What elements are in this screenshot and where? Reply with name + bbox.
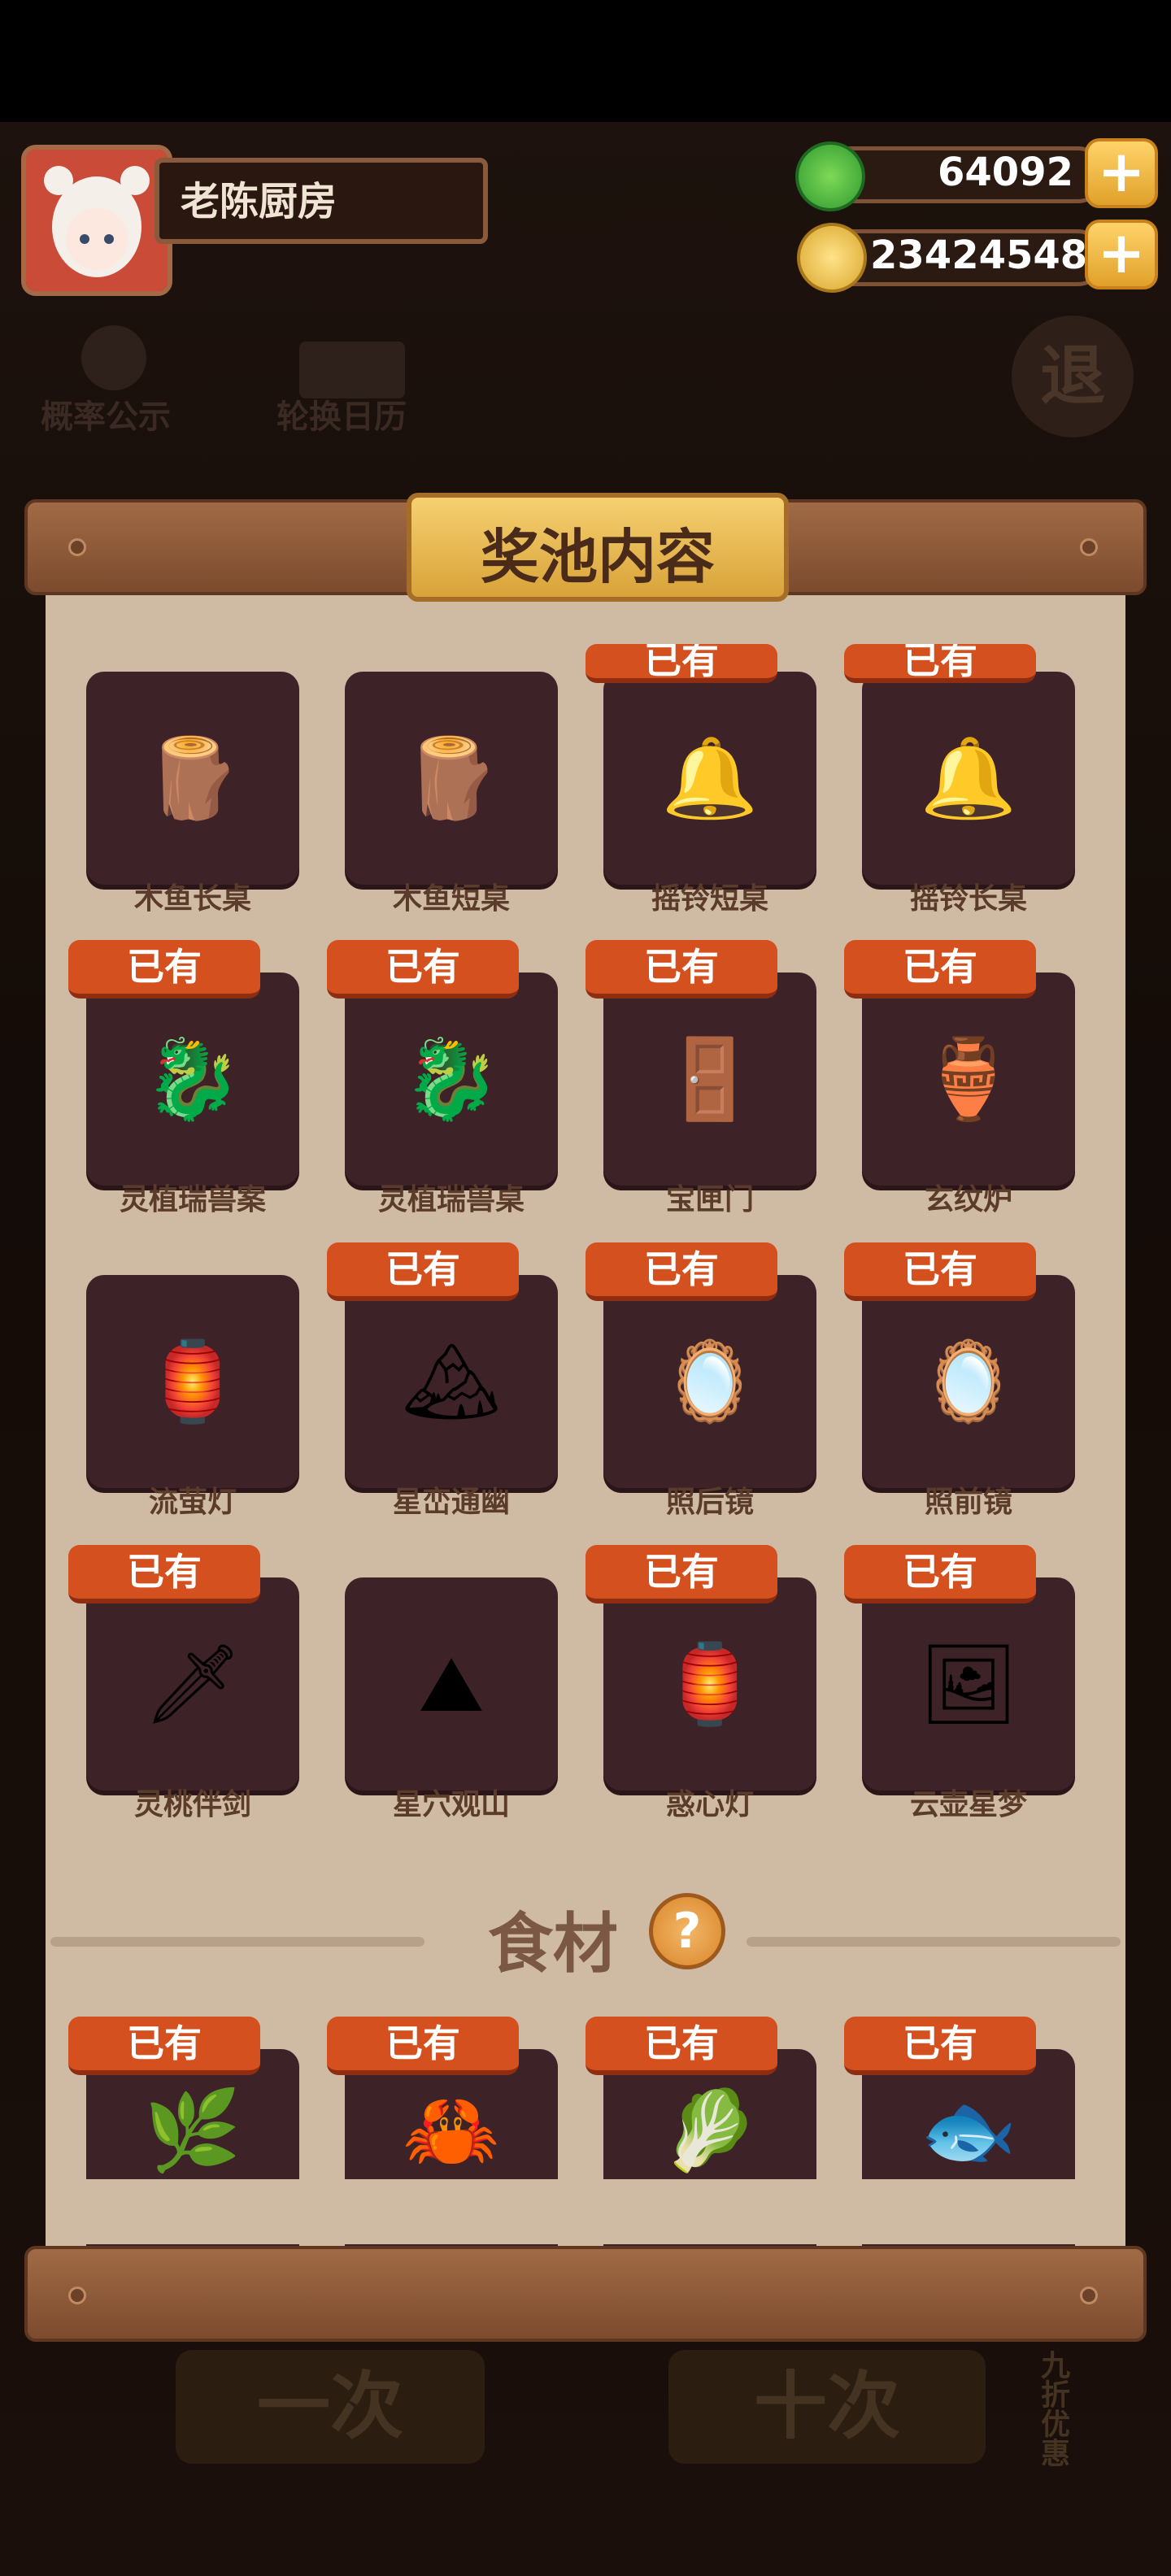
owned-badge: 已有	[844, 940, 1036, 999]
panel-bottom-plank	[24, 2246, 1147, 2342]
status-bar	[0, 0, 1171, 122]
coin-amount: 23424548	[870, 233, 1088, 278]
mountain-painting-icon: 🏔	[402, 1336, 501, 1427]
owned-badge: 已有	[68, 940, 260, 999]
prize-item-label: 星峦通幽	[392, 1486, 510, 1519]
owned-badge: 已有	[586, 940, 777, 999]
prize-item-label: 木鱼长桌	[133, 882, 251, 916]
nail-icon	[1080, 2287, 1098, 2304]
owned-badge: 已有	[327, 2017, 519, 2075]
bell-table-icon: 🔔	[920, 733, 1017, 824]
probability-icon	[81, 325, 146, 390]
incense-burner-icon: 🏺	[920, 1033, 1017, 1125]
prize-item-label: 摇铃长桌	[909, 882, 1027, 916]
coin-icon	[797, 223, 867, 293]
add-jade-button[interactable]: +	[1085, 138, 1158, 208]
prize-item-label: 照后镜	[665, 1486, 754, 1519]
owned-badge: 已有	[586, 2017, 777, 2075]
golden-lantern-icon: 🏮	[661, 1638, 759, 1730]
prize-item-label: 摇铃短桌	[651, 882, 768, 916]
prize-item-label: 玄纹炉	[924, 1183, 1012, 1216]
prize-item-label: 木鱼短桌	[392, 882, 510, 916]
prize-item[interactable]: 🪵	[86, 672, 299, 885]
prize-item-label: 惑心灯	[665, 1788, 754, 1821]
lantern-icon: 🏮	[144, 1336, 242, 1427]
owned-badge: 已有	[586, 644, 777, 683]
prize-item[interactable]: 🏮	[86, 1275, 299, 1488]
calendar-icon	[299, 342, 405, 398]
beast-table-icon: 🐉	[403, 1033, 500, 1125]
prize-item-label: 灵植瑞兽案	[119, 1183, 266, 1216]
prize-item[interactable]: 🐉	[345, 973, 558, 1186]
avatar[interactable]	[21, 145, 172, 296]
nail-icon	[68, 2287, 86, 2304]
prize-item[interactable]: 🪞	[862, 1275, 1075, 1488]
prize-item-label: 灵桃伴剑	[133, 1788, 251, 1821]
prize-item[interactable]: 🏺	[862, 973, 1075, 1186]
owned-badge: 已有	[327, 1242, 519, 1301]
prize-item[interactable]: 🗡	[86, 1577, 299, 1791]
prize-item-label: 照前镜	[924, 1486, 1012, 1519]
prize-item-label: 灵植瑞兽桌	[377, 1183, 525, 1216]
prize-item[interactable]: ⛰	[345, 1577, 558, 1791]
owned-badge: 已有	[844, 644, 1036, 683]
owned-badge: 已有	[844, 1242, 1036, 1301]
divider-right	[747, 1937, 1121, 1947]
nail-icon	[68, 538, 86, 556]
bell-table-icon: 🔔	[661, 733, 759, 824]
owned-badge: 已有	[586, 1545, 777, 1603]
exit-button[interactable]: 退	[1012, 315, 1134, 437]
mirror-icon: 🪞	[920, 1336, 1017, 1427]
star-dream-painting-icon: 🖼	[919, 1638, 1018, 1730]
player-name: 老陈厨房	[181, 179, 337, 224]
prize-item[interactable]: 🏮	[603, 1577, 816, 1791]
draw-ten-button[interactable]: 十次	[668, 2350, 986, 2464]
owned-badge: 已有	[844, 2017, 1036, 2075]
nail-icon	[1080, 538, 1098, 556]
cave-painting-icon: ⛰	[418, 1638, 485, 1730]
prize-item-label: 星穴观山	[392, 1788, 510, 1821]
table-icon: 🪵	[144, 733, 242, 824]
owned-badge: 已有	[68, 1545, 260, 1603]
add-coin-button[interactable]: +	[1085, 220, 1158, 289]
prize-item[interactable]: 🪞	[603, 1275, 816, 1488]
prize-item-label: 宝匣门	[665, 1183, 754, 1216]
owned-badge: 已有	[586, 1242, 777, 1301]
peach-sword-icon: 🗡	[143, 1638, 242, 1730]
prize-item[interactable]: 🔔	[862, 672, 1075, 885]
prize-item[interactable]: 🐉	[86, 973, 299, 1186]
treasure-door-icon: 🚪	[661, 1033, 759, 1125]
jade-amount: 64092	[938, 150, 1073, 195]
probability-label[interactable]: 概率公示	[41, 390, 171, 437]
prize-item[interactable]: 🪵	[345, 672, 558, 885]
prize-item-label: 云壶星梦	[909, 1788, 1027, 1821]
help-button[interactable]: ?	[649, 1893, 725, 1969]
prize-item[interactable]: 🖼	[862, 1577, 1075, 1791]
table-icon: 🪵	[403, 733, 500, 824]
prize-item-label: 流萤灯	[148, 1486, 237, 1519]
beast-table-icon: 🐉	[144, 1033, 242, 1125]
prize-item[interactable]: 🚪	[603, 973, 816, 1186]
prize-item[interactable]: 🏔	[345, 1275, 558, 1488]
mirror-icon: 🪞	[661, 1336, 759, 1427]
draw-once-button[interactable]: 一次	[176, 2350, 485, 2464]
owned-badge: 已有	[327, 940, 519, 999]
jade-icon	[795, 141, 865, 211]
divider-left	[50, 1937, 424, 1947]
owned-badge: 已有	[844, 1545, 1036, 1603]
discount-label: 九折优惠	[1036, 2350, 1069, 2467]
owned-badge: 已有	[68, 2017, 260, 2075]
scroll-mask	[46, 2179, 1125, 2244]
food-section-title: 食材	[488, 1906, 618, 1982]
panel-title: 奖池内容	[480, 523, 715, 591]
prize-item[interactable]: 🔔	[603, 672, 816, 885]
